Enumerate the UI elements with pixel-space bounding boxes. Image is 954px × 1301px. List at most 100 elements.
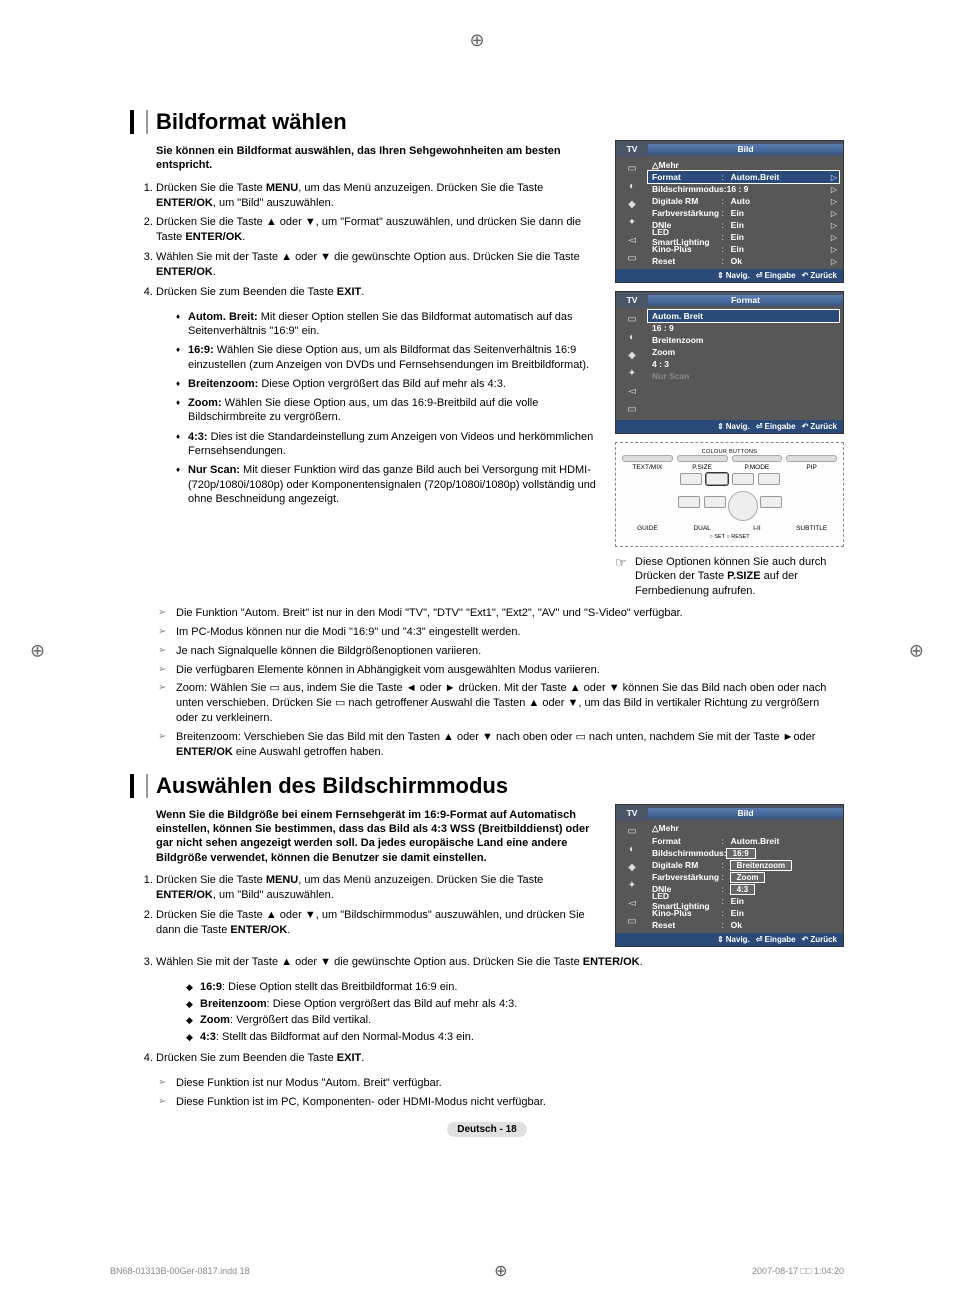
remote-psize-label: P.SIZE (677, 464, 728, 471)
osd-item[interactable]: 4 : 3 (648, 358, 839, 370)
osd-item[interactable]: Zoom (648, 346, 839, 358)
section2-intro: Wenn Sie die Bildgröße bei einem Fernseh… (156, 808, 601, 865)
note: Diese Funktion ist im PC, Komponenten- o… (158, 1095, 844, 1110)
chevron-right-icon: ▷ (831, 209, 837, 218)
footer-right: 2007-08-17 □□ 1:04:20 (752, 1266, 844, 1276)
section2-steps: Drücken Sie die Taste MENU, um das Menü … (130, 873, 601, 937)
osd-item-autom-breit[interactable]: Autom. Breit (648, 310, 839, 322)
osd-item[interactable]: Bildschirmmodus:16 : 9▷ (648, 183, 839, 195)
osd-format-menu: TV Format ▭ ◐ ◆ ✦ ◅ ▭ Autom. Breit 16 : … (615, 291, 844, 434)
osd-enter-hint: Eingabe (756, 935, 796, 944)
osd-dtv-icon: ▭ (624, 251, 640, 265)
osd-setup-icon: ✦ (624, 879, 640, 893)
psize-hand-note: ☞ Diese Optionen können Sie auch durch D… (615, 555, 844, 598)
osd-dtv-icon: ▭ (624, 915, 640, 929)
osd-item[interactable]: Kino-Plus:Ein▷ (648, 243, 839, 255)
registration-mark-left: ⊕ (30, 640, 45, 661)
note: Die verfügbaren Elemente können in Abhän… (158, 663, 844, 678)
registration-mark-right: ⊕ (909, 640, 924, 661)
section1-title: Bildformat wählen (130, 110, 844, 134)
osd-icon-column: ▭ ◐ ◆ ✦ ◅ ▭ (616, 308, 648, 420)
note: Die Funktion "Autom. Breit" ist nur in d… (158, 606, 844, 621)
section1-notes: Die Funktion "Autom. Breit" ist nur in d… (130, 606, 844, 760)
page: ⊕ ⊕ ⊕ Bildformat wählen Sie können ein B… (0, 0, 954, 1301)
osd-channel-icon: ◆ (624, 197, 640, 211)
diamond-item: 16:9: Diese Option stellt das Breitbildf… (186, 980, 844, 995)
osd-icon-column: ▭ ◐ ◆ ✦ ◅ ▭ (616, 157, 648, 269)
osd-item[interactable]: Digitale RM:Auto▷ (648, 195, 839, 207)
osd-item[interactable]: Reset:Ok▷ (648, 255, 839, 267)
osd-input-icon: ◅ (624, 233, 640, 247)
osd-title: Format (648, 295, 843, 305)
remote-subtitle-label: SUBTITLE (786, 525, 837, 532)
osd-setup-icon: ✦ (624, 215, 640, 229)
osd-nav-hint: Navig. (717, 422, 750, 431)
osd-dtv-icon: ▭ (624, 402, 640, 416)
remote-diagram: COLOUR BUTTONS TEXT/MIX P.SIZE P.MODE PI… (615, 442, 844, 547)
osd-item[interactable]: Kino-Plus:Ein (648, 907, 839, 919)
osd-more: △Mehr (648, 823, 839, 835)
step: Drücken Sie die Taste ▲ oder ▼, um "Bild… (156, 908, 601, 938)
step: Drücken Sie zum Beenden die Taste EXIT. (156, 285, 601, 300)
osd-item[interactable]: Farbverstärkung:Ein▷ (648, 207, 839, 219)
osd-item[interactable]: Reset:Ok (648, 919, 839, 931)
osd-item[interactable]: LED SmartLighting:Ein▷ (648, 231, 839, 243)
osd-item[interactable]: LED SmartLighting:Ein (648, 895, 839, 907)
step: Drücken Sie die Taste MENU, um das Menü … (156, 873, 601, 903)
osd-tv-label: TV (616, 808, 648, 818)
osd-item-bildschirmmodus[interactable]: Bildschirmmodus:16:9 (648, 847, 839, 859)
bullet: Zoom: Wählen Sie diese Option aus, um da… (176, 396, 601, 425)
osd-nav-hint: Navig. (717, 271, 750, 280)
section1-steps: Drücken Sie die Taste MENU, um das Menü … (130, 181, 601, 300)
note: Breitenzoom: Verschieben Sie das Bild mi… (158, 730, 844, 760)
osd-more: △Mehr (648, 159, 839, 171)
footer-left: BN68-01313B-00Ger-0817.indd 18 (110, 1266, 250, 1276)
remote-guide-label: GUIDE (622, 525, 673, 532)
chevron-right-icon: ▷ (831, 221, 837, 230)
osd-nav-hint: Navig. (717, 935, 750, 944)
section2-steps-end: Drücken Sie zum Beenden die Taste EXIT. (130, 1051, 844, 1066)
section2-steps-cont: Wählen Sie mit der Taste ▲ oder ▼ die ge… (130, 955, 844, 970)
osd-enter-hint: Eingabe (756, 271, 796, 280)
section2-notes: Diese Funktion ist nur Modus "Autom. Bre… (130, 1076, 844, 1110)
osd-bild-menu: TV Bild ▭ ◐ ◆ ✦ ◅ ▭ △Mehr Format:Autom.B… (615, 140, 844, 283)
section1-bullets: Autom. Breit: Mit dieser Option stellen … (130, 310, 601, 507)
osd-item[interactable]: Format:Autom.Breit (648, 835, 839, 847)
bullet: Breitenzoom: Diese Option vergrößert das… (176, 377, 601, 391)
osd-icon-column: ▭ ◐ ◆ ✦ ◅ ▭ (616, 821, 648, 933)
hand-icon: ☞ (615, 555, 629, 598)
bullet: 4:3: Dies ist die Standardeinstellung zu… (176, 430, 601, 459)
section2-diamond-list: 16:9: Diese Option stellt das Breitbildf… (130, 980, 844, 1045)
osd-picture-icon: ▭ (624, 312, 640, 326)
step: Wählen Sie mit der Taste ▲ oder ▼ die ge… (156, 955, 844, 970)
osd-item[interactable]: Farbverstärkung:Zoom (648, 871, 839, 883)
osd-back-hint: Zurück (802, 422, 837, 431)
remote-set-reset: ○ SET ○ RESET (622, 534, 837, 540)
osd-item[interactable]: 16 : 9 (648, 322, 839, 334)
diamond-item: 4:3: Stellt das Bildformat auf den Norma… (186, 1030, 844, 1045)
osd-channel-icon: ◆ (624, 348, 640, 362)
osd-sound-icon: ◐ (624, 179, 640, 193)
note: Diese Funktion ist nur Modus "Autom. Bre… (158, 1076, 844, 1091)
osd-bildschirmmodus-menu: TV Bild ▭ ◐ ◆ ✦ ◅ ▭ △Mehr Format:Autom.B… (615, 804, 844, 947)
note: Je nach Signalquelle können die Bildgröß… (158, 644, 844, 659)
osd-input-icon: ◅ (624, 384, 640, 398)
osd-item[interactable]: Breitenzoom (648, 334, 839, 346)
chevron-right-icon: ▷ (831, 233, 837, 242)
osd-item-format[interactable]: Format:Autom.Breit▷ (648, 171, 839, 183)
bullet: Nur Scan: Mit dieser Funktion wird das g… (176, 463, 601, 506)
step: Drücken Sie zum Beenden die Taste EXIT. (156, 1051, 844, 1066)
chevron-right-icon: ▷ (831, 197, 837, 206)
chevron-right-icon: ▷ (831, 173, 837, 182)
remote-textmix-label: TEXT/MIX (622, 464, 673, 471)
diamond-item: Breitenzoom: Diese Option vergrößert das… (186, 997, 844, 1012)
osd-item[interactable]: Digitale RM:Breitenzoom (648, 859, 839, 871)
osd-picture-icon: ▭ (624, 825, 640, 839)
remote-dual-label: DUAL (677, 525, 728, 532)
bullet: Autom. Breit: Mit dieser Option stellen … (176, 310, 601, 339)
osd-back-hint: Zurück (802, 935, 837, 944)
osd-title: Bild (648, 144, 843, 154)
footer: BN68-01313B-00Ger-0817.indd 18 ⊕ 2007-08… (110, 1261, 844, 1281)
remote-pmode-label: P.MODE (732, 464, 783, 471)
chevron-right-icon: ▷ (831, 185, 837, 194)
